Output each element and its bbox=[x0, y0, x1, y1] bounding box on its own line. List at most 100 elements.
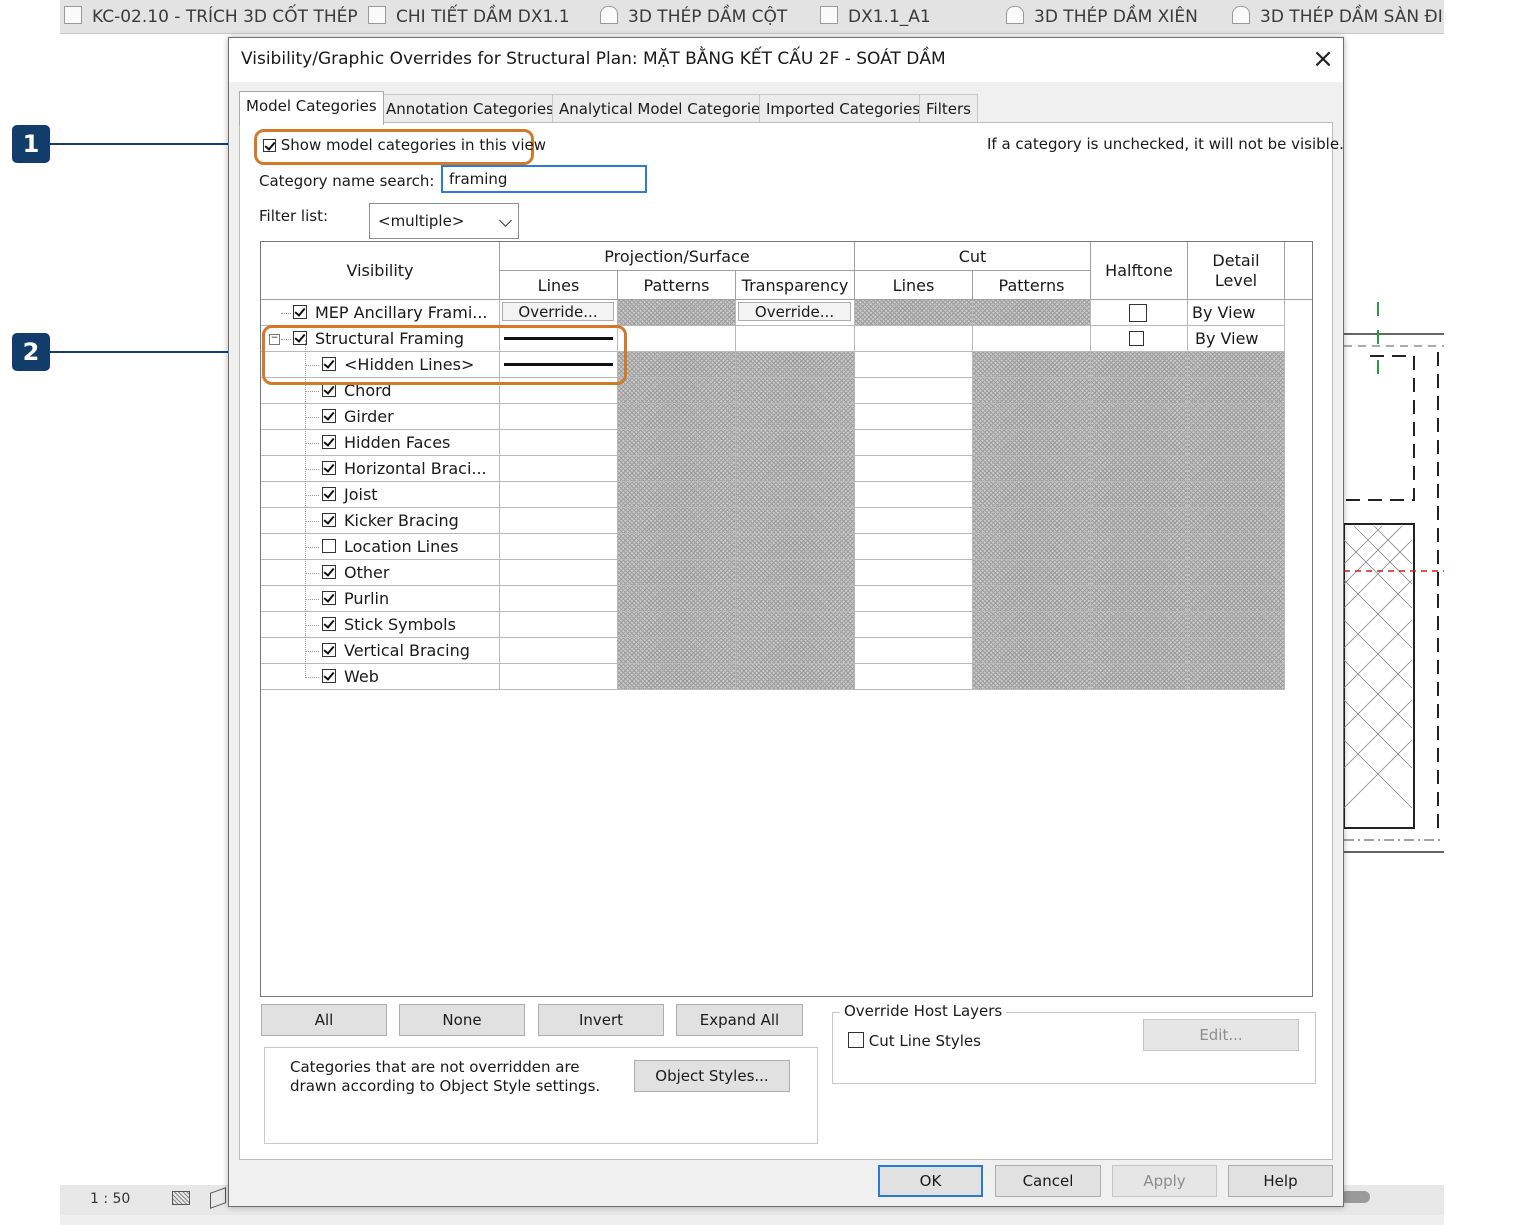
grid-cell[interactable] bbox=[1091, 638, 1188, 664]
col-cut-patterns[interactable]: Patterns bbox=[973, 271, 1091, 300]
show-model-categories-checkbox[interactable]: Show model categories in this view bbox=[263, 136, 546, 154]
category-row-name[interactable]: MEP Ancillary Frami... bbox=[261, 300, 500, 326]
grid-cell[interactable] bbox=[736, 404, 855, 430]
view-tab-0[interactable]: KC-02.10 - TRÍCH 3D CỐT THÉP bbox=[64, 0, 358, 34]
grid-cell[interactable] bbox=[1188, 404, 1285, 430]
view-tab-4[interactable]: 3D THÉP DẦM XIÊN bbox=[1006, 0, 1198, 34]
category-row-name[interactable]: Girder bbox=[261, 404, 500, 430]
grid-cell[interactable] bbox=[736, 586, 855, 612]
filter-list-dropdown[interactable]: <multiple> bbox=[369, 203, 519, 239]
col-projection-patterns[interactable]: Patterns bbox=[618, 271, 736, 300]
grid-cell[interactable] bbox=[736, 456, 855, 482]
grid-cell[interactable]: Override... bbox=[736, 300, 855, 326]
grid-cell[interactable] bbox=[973, 638, 1091, 664]
grid-cell[interactable] bbox=[736, 612, 855, 638]
grid-cell[interactable] bbox=[973, 352, 1091, 378]
grid-cell[interactable] bbox=[618, 430, 736, 456]
grid-cell[interactable] bbox=[973, 482, 1091, 508]
grid-cell[interactable] bbox=[1091, 534, 1188, 560]
override-button[interactable]: Override... bbox=[738, 302, 851, 321]
category-visibility-checkbox[interactable] bbox=[322, 383, 336, 397]
expand-all-button[interactable]: Expand All bbox=[676, 1004, 803, 1036]
grid-cell[interactable] bbox=[618, 508, 736, 534]
grid-cell[interactable] bbox=[1091, 352, 1188, 378]
grid-cell[interactable] bbox=[1188, 430, 1285, 456]
grid-cell[interactable] bbox=[855, 352, 973, 378]
tab-analytical-model-categories[interactable]: Analytical Model Categories bbox=[552, 94, 776, 123]
category-visibility-checkbox[interactable] bbox=[322, 565, 336, 579]
grid-cell[interactable] bbox=[618, 560, 736, 586]
col-projection-lines[interactable]: Lines bbox=[500, 271, 618, 300]
grid-cell[interactable] bbox=[855, 534, 973, 560]
grid-cell[interactable] bbox=[855, 664, 973, 690]
all-button[interactable]: All bbox=[261, 1004, 387, 1036]
category-visibility-checkbox[interactable] bbox=[322, 539, 336, 553]
grid-cell[interactable] bbox=[855, 612, 973, 638]
show-model-categories-check[interactable] bbox=[263, 139, 276, 152]
col-transparency[interactable]: Transparency bbox=[736, 271, 855, 300]
grid-cell[interactable] bbox=[1091, 430, 1188, 456]
view-tab-1[interactable]: CHI TIẾT DẦM DX1.1 bbox=[368, 0, 570, 34]
object-styles-button[interactable]: Object Styles... bbox=[634, 1060, 790, 1092]
grid-cell[interactable] bbox=[618, 612, 736, 638]
grid-cell[interactable] bbox=[1091, 456, 1188, 482]
override-button[interactable]: Override... bbox=[502, 302, 614, 321]
grid-cell[interactable] bbox=[618, 534, 736, 560]
help-button[interactable]: Help bbox=[1228, 1165, 1333, 1197]
category-visibility-checkbox[interactable] bbox=[293, 305, 307, 319]
grid-cell[interactable] bbox=[1188, 456, 1285, 482]
cut-line-styles-checkbox[interactable]: Cut Line Styles bbox=[848, 1032, 981, 1050]
grid-cell[interactable] bbox=[855, 300, 973, 326]
category-search-input[interactable]: framing bbox=[441, 165, 647, 193]
grid-cell[interactable] bbox=[855, 560, 973, 586]
grid-cell[interactable] bbox=[1091, 586, 1188, 612]
category-row-name[interactable]: Purlin bbox=[261, 586, 500, 612]
category-row-name[interactable]: Joist bbox=[261, 482, 500, 508]
grid-cell[interactable] bbox=[1091, 404, 1188, 430]
grid-cell[interactable] bbox=[973, 404, 1091, 430]
none-button[interactable]: None bbox=[399, 1004, 525, 1036]
grid-cell[interactable] bbox=[855, 456, 973, 482]
grid-cell[interactable] bbox=[1091, 378, 1188, 404]
grid-cell[interactable] bbox=[973, 586, 1091, 612]
grid-cell[interactable] bbox=[1091, 508, 1188, 534]
grid-cell[interactable] bbox=[500, 508, 618, 534]
grid-cell[interactable] bbox=[500, 430, 618, 456]
grid-cell[interactable] bbox=[618, 482, 736, 508]
category-visibility-checkbox[interactable] bbox=[322, 409, 336, 423]
grid-cell[interactable] bbox=[736, 664, 855, 690]
view-tab-2[interactable]: 3D THÉP DẦM CỘT bbox=[600, 0, 787, 34]
view-scale[interactable]: 1 : 50 bbox=[90, 1185, 130, 1213]
grid-cell[interactable] bbox=[1188, 560, 1285, 586]
grid-cell[interactable] bbox=[973, 456, 1091, 482]
grid-cell[interactable] bbox=[855, 430, 973, 456]
col-detail-level[interactable]: Detail Level bbox=[1188, 242, 1285, 300]
scrollbar-thumb[interactable] bbox=[1340, 1191, 1370, 1203]
category-row-name[interactable]: Web bbox=[261, 664, 500, 690]
grid-cell[interactable] bbox=[973, 560, 1091, 586]
grid-cell[interactable] bbox=[973, 664, 1091, 690]
grid-cell[interactable] bbox=[855, 638, 973, 664]
tab-filters[interactable]: Filters bbox=[919, 94, 978, 123]
grid-cell[interactable] bbox=[1091, 326, 1188, 352]
grid-cell[interactable] bbox=[618, 326, 736, 352]
grid-cell[interactable] bbox=[1091, 482, 1188, 508]
grid-cell[interactable] bbox=[1091, 664, 1188, 690]
grid-cell[interactable] bbox=[1188, 586, 1285, 612]
grid-cell[interactable] bbox=[1188, 612, 1285, 638]
grid-cell[interactable] bbox=[618, 456, 736, 482]
grid-cell[interactable] bbox=[1091, 300, 1188, 326]
close-button[interactable]: × bbox=[1311, 44, 1335, 74]
grid-cell[interactable] bbox=[618, 300, 736, 326]
grid-cell[interactable] bbox=[500, 456, 618, 482]
grid-cell[interactable] bbox=[1188, 638, 1285, 664]
grid-cell[interactable] bbox=[736, 378, 855, 404]
grid-cell[interactable] bbox=[500, 404, 618, 430]
grid-cell[interactable] bbox=[1091, 612, 1188, 638]
grid-cell[interactable] bbox=[736, 560, 855, 586]
invert-button[interactable]: Invert bbox=[538, 1004, 664, 1036]
grid-cell[interactable] bbox=[973, 326, 1091, 352]
grid-cell[interactable] bbox=[1188, 508, 1285, 534]
grid-cell[interactable] bbox=[855, 508, 973, 534]
grid-cell[interactable] bbox=[973, 300, 1091, 326]
